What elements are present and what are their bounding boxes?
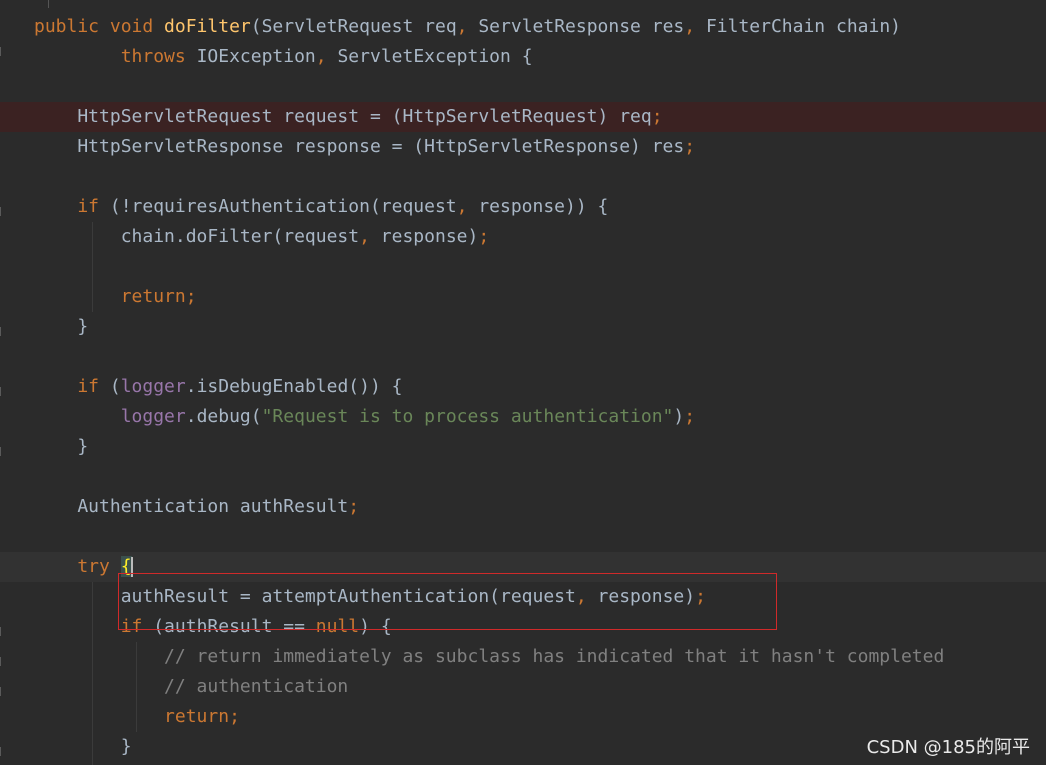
code-line[interactable] bbox=[34, 72, 1046, 102]
code-token: if bbox=[34, 196, 110, 217]
code-token: ( bbox=[109, 376, 121, 397]
code-line[interactable]: throws IOException, ServletException { bbox=[34, 42, 1046, 72]
code-token: ; bbox=[478, 226, 490, 247]
code-token: , bbox=[315, 46, 338, 67]
code-token: ) bbox=[673, 406, 685, 427]
code-line-content: // return immediately as subclass has in… bbox=[34, 646, 944, 667]
code-line[interactable] bbox=[34, 252, 1046, 282]
code-token: , bbox=[684, 16, 706, 37]
code-token: void bbox=[109, 16, 165, 37]
code-token: } bbox=[34, 736, 132, 757]
code-line[interactable] bbox=[34, 162, 1046, 192]
code-line[interactable]: // authentication bbox=[34, 672, 1046, 702]
code-line[interactable]: if (logger.isDebugEnabled()) { bbox=[34, 372, 1046, 402]
code-token: chain.doFilter(request bbox=[34, 226, 360, 247]
code-token: .debug( bbox=[185, 406, 262, 427]
code-line[interactable]: return; bbox=[34, 702, 1046, 732]
code-token: // return immediately as subclass has in… bbox=[34, 646, 945, 667]
code-line[interactable]: // return immediately as subclass has in… bbox=[34, 642, 1046, 672]
code-line[interactable]: logger.debug("Request is to process auth… bbox=[34, 402, 1046, 432]
code-line-content: } bbox=[34, 436, 88, 457]
fold-marker-icon[interactable] bbox=[0, 687, 5, 696]
top-tick bbox=[48, 0, 49, 8]
code-line[interactable]: chain.doFilter(request, response); bbox=[34, 222, 1046, 252]
code-token: Authentication authResult bbox=[34, 496, 349, 517]
code-line[interactable]: Authentication authResult; bbox=[34, 492, 1046, 522]
code-token: return; bbox=[34, 286, 197, 307]
code-token: ; bbox=[651, 106, 663, 127]
code-line[interactable]: public void doFilter(ServletRequest req,… bbox=[34, 12, 1046, 42]
fold-marker-icon[interactable] bbox=[0, 747, 5, 756]
code-token: // authentication bbox=[34, 676, 349, 697]
fold-marker-icon[interactable] bbox=[0, 327, 5, 336]
code-token: if bbox=[34, 376, 110, 397]
code-token: "Request is to process authentication" bbox=[261, 406, 674, 427]
code-token: return; bbox=[34, 706, 240, 727]
code-token: FilterChain chain) bbox=[705, 16, 902, 37]
code-line[interactable] bbox=[34, 522, 1046, 552]
code-line-content: return; bbox=[34, 706, 240, 727]
fold-marker-icon[interactable] bbox=[0, 47, 5, 56]
fold-marker-icon[interactable] bbox=[0, 447, 5, 456]
code-token: response) bbox=[380, 226, 479, 247]
code-token: ServletResponse res bbox=[478, 16, 685, 37]
code-token: public bbox=[34, 16, 110, 37]
code-line[interactable]: } bbox=[34, 312, 1046, 342]
code-token: doFilter bbox=[164, 16, 251, 37]
code-token: throws bbox=[34, 46, 197, 67]
code-token: try bbox=[34, 556, 121, 577]
code-token: , bbox=[456, 16, 479, 37]
code-line-content: if (!requiresAuthentication(request, res… bbox=[34, 196, 608, 217]
code-token: HttpServletRequest request = (HttpServle… bbox=[34, 106, 652, 127]
fold-marker-icon[interactable] bbox=[0, 657, 5, 666]
code-line-content: HttpServletResponse response = (HttpServ… bbox=[34, 136, 695, 157]
code-line[interactable]: HttpServletRequest request = (HttpServle… bbox=[0, 102, 1046, 132]
code-line-content: logger.debug("Request is to process auth… bbox=[34, 406, 695, 427]
code-token: , bbox=[359, 226, 381, 247]
code-line-content: throws IOException, ServletException { bbox=[34, 46, 533, 67]
code-line[interactable] bbox=[34, 462, 1046, 492]
code-token: ServletException { bbox=[337, 46, 533, 67]
code-token: ; bbox=[348, 496, 360, 517]
code-line[interactable]: } bbox=[34, 432, 1046, 462]
fold-marker-icon[interactable] bbox=[0, 627, 5, 636]
code-line-content: Authentication authResult; bbox=[34, 496, 359, 517]
code-line[interactable]: return; bbox=[34, 282, 1046, 312]
code-token: logger bbox=[120, 376, 186, 397]
code-token: ; bbox=[684, 406, 696, 427]
code-line-content: return; bbox=[34, 286, 197, 307]
code-token: , bbox=[456, 196, 479, 217]
code-editor[interactable]: public void doFilter(ServletRequest req,… bbox=[0, 12, 1046, 765]
code-line-content: // authentication bbox=[34, 676, 348, 697]
code-token: (!requiresAuthentication(request bbox=[109, 196, 457, 217]
fold-marker-icon[interactable] bbox=[0, 207, 5, 216]
code-line-content: } bbox=[34, 736, 132, 757]
code-line-content: } bbox=[34, 316, 88, 337]
code-token: } bbox=[34, 436, 89, 457]
code-token: IOException bbox=[196, 46, 316, 67]
code-line[interactable]: HttpServletResponse response = (HttpServ… bbox=[34, 132, 1046, 162]
code-token: .isDebugEnabled()) { bbox=[185, 376, 403, 397]
annotation-highlight-box bbox=[118, 573, 777, 630]
code-token: response)) { bbox=[478, 196, 609, 217]
code-token: logger bbox=[120, 406, 186, 427]
code-line-content: HttpServletRequest request = (HttpServle… bbox=[34, 106, 663, 127]
code-token: HttpServletResponse response = (HttpServ… bbox=[34, 136, 685, 157]
code-token: ; bbox=[684, 136, 696, 157]
code-line-content: public void doFilter(ServletRequest req,… bbox=[34, 16, 901, 37]
code-line[interactable]: if (!requiresAuthentication(request, res… bbox=[34, 192, 1046, 222]
code-line-content: if (logger.isDebugEnabled()) { bbox=[34, 376, 402, 397]
code-line-content: chain.doFilter(request, response); bbox=[34, 226, 490, 247]
code-line[interactable] bbox=[34, 342, 1046, 372]
fold-marker-icon[interactable] bbox=[0, 387, 5, 396]
code-token: (ServletRequest req bbox=[250, 16, 457, 37]
watermark: CSDN @185的阿平 bbox=[866, 737, 1030, 758]
code-token: } bbox=[34, 316, 89, 337]
